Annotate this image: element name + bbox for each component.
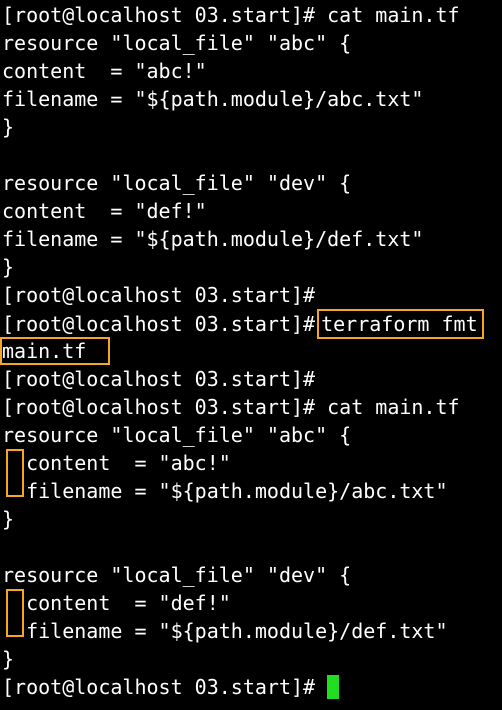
terminal-line: [root@localhost 03.start]# [2, 283, 316, 307]
highlighted-output: main.tf [0, 337, 111, 365]
terminal-line: [root@localhost 03.start]# cat main.tf [2, 3, 460, 27]
terminal-line: [root@localhost 03.start]# cat main.tf [2, 395, 460, 419]
terminal-line: resource "local_file" "abc" { [2, 31, 352, 55]
terminal-line: } [2, 115, 15, 139]
terminal-line-output: main.tf [0, 337, 484, 365]
highlighted-command: terraform fmt [317, 309, 484, 339]
terminal-line: resource "local_file" "dev" { [2, 563, 352, 587]
terminal-line: resource "local_file" "abc" { [2, 423, 352, 447]
terminal-line-active[interactable]: [root@localhost 03.start]# [2, 673, 484, 701]
shell-prompt: [root@localhost 03.start]# [2, 312, 316, 336]
shell-prompt: [root@localhost 03.start]# [2, 675, 316, 699]
terminal-output: [root@localhost 03.start]# cat main.tf r… [0, 1, 484, 701]
terminal-line: } [2, 647, 15, 671]
terminal-line: content = "def!" [2, 591, 231, 615]
terminal-line: filename = "${path.module}/def.txt" [2, 619, 448, 643]
indent-highlight-box [6, 449, 24, 497]
terminal-line: content = "abc!" [2, 59, 207, 83]
cursor-block [327, 675, 340, 699]
terminal-line: [root@localhost 03.start]# [2, 367, 316, 391]
terminal-line-command: [root@localhost 03.start]# terraform fmt [2, 309, 484, 339]
terminal-line: } [2, 255, 15, 279]
terminal-line: filename = "${path.module}/abc.txt" [2, 87, 424, 111]
terminal-line: content = "abc!" [2, 451, 231, 475]
terminal-line: filename = "${path.module}/abc.txt" [2, 479, 448, 503]
terminal-line: content = "def!" [2, 199, 207, 223]
terminal-line: resource "local_file" "dev" { [2, 171, 352, 195]
terminal-line: filename = "${path.module}/def.txt" [2, 227, 424, 251]
terminal-line: } [2, 507, 15, 531]
terminal-window[interactable]: [root@localhost 03.start]# cat main.tf r… [0, 0, 502, 710]
indent-highlight-box [6, 589, 24, 637]
